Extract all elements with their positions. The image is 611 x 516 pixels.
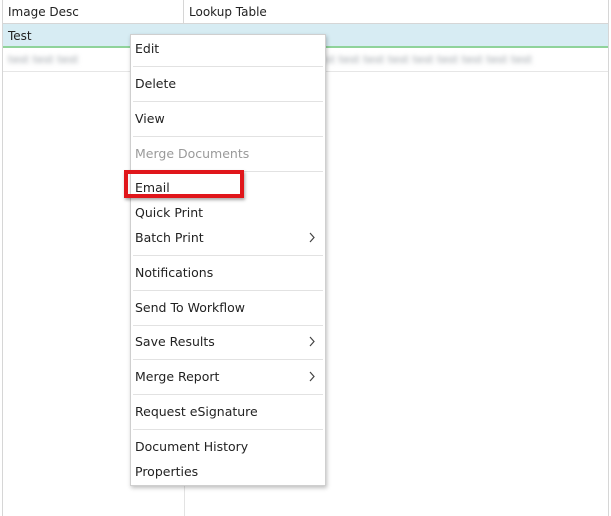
menu-item-label: Email (135, 180, 170, 195)
menu-item-notifications[interactable]: Notifications (135, 260, 321, 285)
menu-separator (133, 359, 323, 360)
menu-item-view[interactable]: View (135, 106, 321, 131)
menu-item-label: Document History (135, 439, 249, 454)
menu-item-send-to-workflow[interactable]: Send To Workflow (135, 295, 321, 320)
menu-item-quick-print[interactable]: Quick Print (135, 200, 321, 225)
menu-item-properties[interactable]: Properties (135, 459, 321, 484)
menu-separator (133, 325, 323, 326)
menu-item-save-results[interactable]: Save Results (135, 329, 321, 354)
menu-separator (133, 394, 323, 395)
menu-item-delete[interactable]: Delete (135, 71, 321, 96)
menu-separator (133, 255, 323, 256)
context-menu: Edit Delete View Merge Documents Email Q… (130, 34, 326, 486)
menu-item-email[interactable]: Email (135, 175, 321, 200)
menu-item-label: Quick Print (135, 205, 204, 220)
menu-item-label: Batch Print (135, 230, 204, 245)
chevron-right-icon (309, 232, 315, 243)
menu-item-label: Notifications (135, 265, 214, 280)
menu-item-label: Properties (135, 464, 199, 479)
menu-separator (133, 66, 323, 67)
menu-item-batch-print[interactable]: Batch Print (135, 225, 321, 250)
menu-item-merge-documents: Merge Documents (135, 141, 321, 166)
menu-item-merge-report[interactable]: Merge Report (135, 364, 321, 389)
menu-item-label: View (135, 111, 165, 126)
column-header-image-desc[interactable]: Image Desc (3, 0, 184, 23)
menu-item-label: Merge Report (135, 369, 220, 384)
menu-separator (133, 429, 323, 430)
menu-item-label: Edit (135, 41, 160, 56)
menu-separator (133, 136, 323, 137)
menu-item-document-history[interactable]: Document History (135, 434, 321, 459)
app-root: Image Desc Lookup Table Test test test t… (0, 0, 611, 516)
menu-item-edit[interactable]: Edit (135, 36, 321, 61)
menu-item-label: Save Results (135, 334, 215, 349)
chevron-right-icon (309, 336, 315, 347)
menu-separator (133, 101, 323, 102)
menu-separator (133, 171, 323, 172)
menu-item-label: Merge Documents (135, 146, 250, 161)
menu-separator (133, 290, 323, 291)
chevron-right-icon (309, 371, 315, 382)
menu-item-label: Send To Workflow (135, 300, 245, 315)
menu-item-label: Delete (135, 76, 177, 91)
grid-header: Image Desc Lookup Table (3, 0, 608, 24)
menu-item-label: Request eSignature (135, 404, 258, 419)
menu-item-request-esignature[interactable]: Request eSignature (135, 399, 321, 424)
column-header-lookup-table[interactable]: Lookup Table (184, 0, 608, 23)
